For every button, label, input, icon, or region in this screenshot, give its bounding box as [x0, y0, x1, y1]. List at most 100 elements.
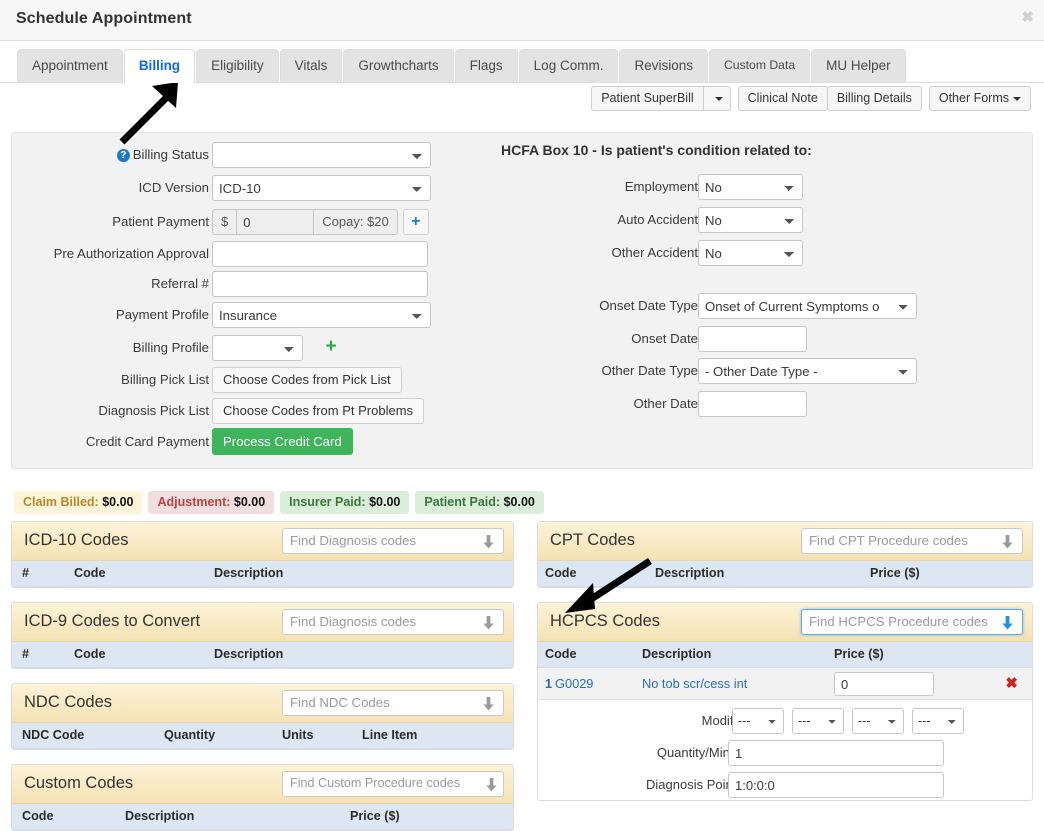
patient-superbill-button[interactable]: Patient SuperBill: [591, 86, 704, 111]
col-ndc-0: NDC Code: [22, 728, 85, 742]
onset-date-input[interactable]: [698, 326, 807, 352]
badge-adjustment: Adjustment: $0.00: [148, 491, 275, 514]
referral-label: Referral #: [151, 276, 209, 291]
superbill-dropdown-toggle[interactable]: [702, 86, 731, 111]
badge-claim-billed-label: Claim Billed:: [23, 495, 99, 509]
tab-flags[interactable]: Flags: [454, 49, 518, 82]
other-date-type-label: Other Date Type: [601, 363, 698, 378]
tab-mu-helper[interactable]: MU Helper: [811, 49, 906, 82]
field-other-date-type-label-wrap: Other Date Type: [501, 358, 706, 384]
referral-input[interactable]: [212, 271, 428, 297]
tab-revisions[interactable]: Revisions: [619, 49, 708, 82]
auto-accident-select[interactable]: No: [698, 207, 803, 233]
tab-vitals[interactable]: Vitals: [279, 49, 343, 82]
other-date-type-select[interactable]: - Other Date Type -: [698, 358, 917, 384]
table-row[interactable]: 1 G0029 No tob scr/cess int ✖: [538, 668, 1032, 700]
col-hcpcs-2: Price ($): [834, 647, 884, 661]
col-hcpcs-0: Code: [545, 647, 577, 661]
patient-payment-input[interactable]: [236, 209, 315, 235]
payment-profile-label: Payment Profile: [115, 307, 209, 322]
diagnosis-pointers-input[interactable]: [728, 772, 944, 798]
tab-appointment[interactable]: Appointment: [17, 49, 123, 82]
billing-form-panel: ? Billing Status ICD Version ICD-10 Patie…: [11, 132, 1033, 469]
billing-pick-list-button[interactable]: Choose Codes from Pick List: [212, 367, 402, 393]
badge-patient-paid-amount: $0.00: [503, 495, 535, 509]
onset-date-type-select[interactable]: Onset of Current Symptoms o: [698, 293, 917, 319]
delete-row-icon[interactable]: ✖: [1005, 674, 1018, 692]
billing-summary-badges: Claim Billed: $0.00 Adjustment: $0.00 Insu…: [14, 491, 550, 514]
quantity-minutes-input[interactable]: [728, 740, 944, 766]
tab-log-comm[interactable]: Log Comm.: [518, 49, 619, 82]
icd-version-label: ICD Version: [138, 180, 209, 195]
icd9-search-placeholder: Find Diagnosis codes: [290, 614, 417, 629]
hcpcs-row-code[interactable]: G0029: [555, 676, 593, 691]
badge-claim-billed: Claim Billed: $0.00: [14, 491, 143, 514]
billing-details-button[interactable]: Billing Details: [826, 86, 922, 111]
employment-select[interactable]: No: [698, 174, 803, 200]
tab-billing[interactable]: Billing: [123, 49, 196, 83]
payment-profile-select[interactable]: Insurance: [212, 302, 431, 328]
col-cpt-2: Price ($): [870, 566, 920, 580]
window-titlebar: Schedule Appointment ✖: [0, 0, 1044, 41]
col-ndc-1: Quantity: [164, 728, 216, 742]
tab-growthcharts[interactable]: Growthcharts: [343, 49, 454, 82]
billing-profile-select[interactable]: [212, 335, 303, 361]
employment-label: Employment: [624, 179, 698, 194]
icd10-search-input[interactable]: Find Diagnosis codes: [282, 528, 504, 554]
dropdown-arrow-icon: [483, 616, 494, 630]
field-pre-auth-label-wrap: Pre Authorization Approval: [12, 241, 217, 267]
billing-status-select[interactable]: [212, 142, 431, 168]
badge-insurer-paid-label: Insurer Paid:: [289, 495, 366, 509]
close-icon[interactable]: ✖: [1021, 10, 1034, 25]
col-hcpcs-1: Description: [642, 647, 712, 661]
col-ndc-2: Units: [282, 728, 314, 742]
badge-adjustment-label: Adjustment:: [157, 495, 231, 509]
ndc-search-input[interactable]: Find NDC Codes: [282, 690, 504, 716]
icd-version-select[interactable]: ICD-10: [212, 175, 431, 201]
pre-authorization-input[interactable]: [212, 241, 428, 267]
other-date-input[interactable]: [698, 391, 807, 417]
col-icd9-0: #: [22, 647, 30, 661]
col-icd9-2: Description: [214, 647, 284, 661]
hcpcs-row-description[interactable]: No tob scr/cess int: [642, 676, 747, 691]
panel-cpt-column-headers: Code Description Price ($): [538, 561, 1032, 587]
panel-icd9-codes: ICD-9 Codes to Convert Find Diagnosis co…: [11, 602, 514, 669]
panel-hcpcs-header: HCPCS Codes Find HCPCS Procedure codes: [538, 603, 1032, 642]
diagnosis-pick-list-label: Diagnosis Pick List: [98, 403, 209, 418]
other-accident-select[interactable]: No: [698, 240, 803, 266]
dropdown-arrow-icon: [1002, 535, 1013, 549]
cpt-search-placeholder: Find CPT Procedure codes: [809, 533, 968, 548]
field-diagnosis-pick-list-label-wrap: Diagnosis Pick List: [12, 398, 217, 424]
modifier-select-1[interactable]: ---: [732, 708, 784, 734]
hcpcs-row-detail: Modifiers: --- --- --- --- Quantity/Minu…: [538, 700, 1032, 800]
tab-custom-data[interactable]: Custom Data: [708, 49, 811, 82]
hcpcs-search-input[interactable]: Find HCPCS Procedure codes: [801, 609, 1023, 635]
diagnosis-pick-list-button[interactable]: Choose Codes from Pt Problems: [212, 398, 425, 424]
add-payment-button[interactable]: +: [402, 209, 429, 235]
icd10-search-placeholder: Find Diagnosis codes: [290, 533, 417, 548]
form-buttons: Patient SuperBill Clinical Note Billing De…: [591, 86, 1031, 111]
cpt-search-input[interactable]: Find CPT Procedure codes: [801, 528, 1023, 554]
panel-ndc-title: NDC Codes: [24, 693, 113, 711]
modifier-select-2[interactable]: ---: [792, 708, 844, 734]
badge-insurer-paid-amount: $0.00: [369, 495, 401, 509]
tab-eligibility[interactable]: Eligibility: [196, 49, 279, 82]
ndc-search-placeholder: Find NDC Codes: [290, 695, 390, 710]
dropdown-arrow-icon: [1002, 616, 1013, 630]
modifier-select-3[interactable]: ---: [852, 708, 904, 734]
process-credit-card-button[interactable]: Process Credit Card: [212, 428, 353, 455]
help-icon[interactable]: ?: [116, 149, 130, 162]
field-payment-profile-label-wrap: Payment Profile: [12, 302, 217, 328]
field-onset-date-type-label-wrap: Onset Date Type: [501, 293, 706, 319]
panel-custom-codes: Custom Codes Find Custom Procedure codes…: [11, 764, 514, 831]
dropdown-arrow-icon: [483, 697, 494, 711]
clinical-note-button[interactable]: Clinical Note: [737, 86, 828, 111]
icd9-search-input[interactable]: Find Diagnosis codes: [282, 609, 504, 635]
hcpcs-row-price-input[interactable]: [834, 672, 934, 696]
add-billing-profile-button[interactable]: +: [318, 335, 344, 361]
panel-cpt-codes: CPT Codes Find CPT Procedure codes Code …: [537, 521, 1033, 588]
col-cpt-0: Code: [545, 566, 577, 580]
modifier-select-4[interactable]: ---: [912, 708, 964, 734]
other-forms-button[interactable]: Other Forms: [928, 86, 1031, 111]
custom-search-input[interactable]: Find Custom Procedure codes: [282, 771, 504, 797]
